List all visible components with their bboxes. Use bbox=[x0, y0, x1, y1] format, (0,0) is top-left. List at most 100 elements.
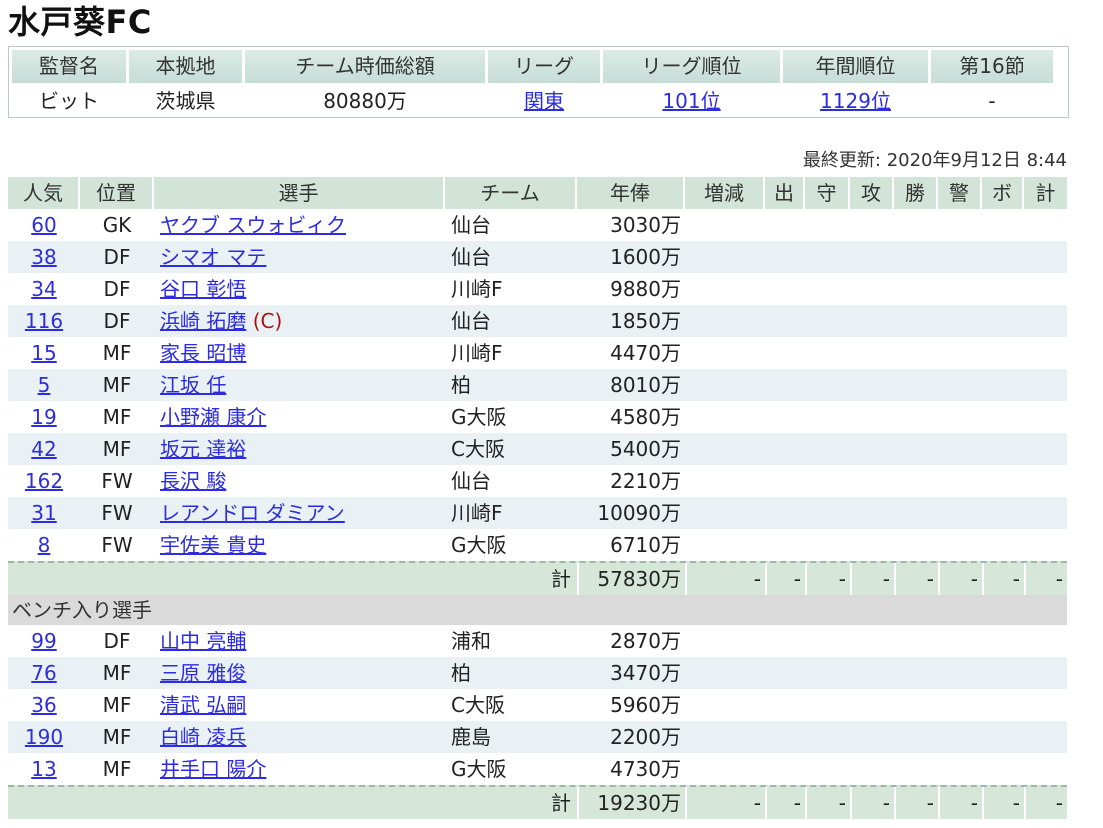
position: FW bbox=[101, 469, 133, 493]
popularity-link[interactable]: 42 bbox=[31, 437, 56, 461]
total-stat: - bbox=[805, 563, 850, 595]
popularity-link[interactable]: 34 bbox=[31, 277, 56, 301]
popularity-link[interactable]: 76 bbox=[31, 661, 56, 685]
popularity-link[interactable]: 38 bbox=[31, 245, 56, 269]
player-name-link[interactable]: ヤクブ スウォビィク bbox=[160, 213, 346, 237]
total-stat: - bbox=[1024, 563, 1067, 595]
player-row: 15 MF 家長 昭博 川崎F 4470万 bbox=[8, 337, 1067, 369]
player-name-link[interactable]: 浜崎 拓磨 bbox=[160, 309, 246, 333]
col-bonus[interactable]: ボ bbox=[982, 177, 1024, 209]
position: MF bbox=[102, 405, 132, 429]
team-info-header: 監督名 本拠地 チーム時価総額 リーグ リーグ順位 年間順位 第16節 bbox=[12, 50, 1053, 83]
col-salary[interactable]: 年俸 bbox=[577, 177, 685, 209]
team-title: 水戸葵FC bbox=[8, 3, 152, 41]
league-link[interactable]: 関東 bbox=[524, 89, 564, 113]
col-appearance[interactable]: 出 bbox=[765, 177, 805, 209]
salary: 4470万 bbox=[610, 341, 681, 365]
popularity-link[interactable]: 13 bbox=[31, 757, 56, 781]
market-value-header: チーム時価総額 bbox=[245, 50, 485, 83]
hometown-header: 本拠地 bbox=[129, 50, 242, 83]
player-name-link[interactable]: 谷口 彰悟 bbox=[160, 277, 246, 301]
salary: 3030万 bbox=[610, 213, 681, 237]
salary: 9880万 bbox=[610, 277, 681, 301]
position: MF bbox=[102, 661, 132, 685]
col-attack[interactable]: 攻 bbox=[850, 177, 894, 209]
salary: 5400万 bbox=[610, 437, 681, 461]
popularity-link[interactable]: 99 bbox=[31, 629, 56, 653]
club: 柏 bbox=[451, 373, 471, 397]
popularity-link[interactable]: 8 bbox=[38, 533, 51, 557]
player-name-link[interactable]: 白崎 凌兵 bbox=[160, 725, 246, 749]
club: 川崎F bbox=[451, 277, 503, 301]
total-stat: - bbox=[938, 787, 982, 819]
total-stat: - bbox=[894, 787, 938, 819]
manager-value: ビット bbox=[39, 89, 99, 113]
player-row: 34 DF 谷口 彰悟 川崎F 9880万 bbox=[8, 273, 1067, 305]
total-stat: - bbox=[805, 787, 850, 819]
total-salary: 57830万 bbox=[577, 563, 685, 595]
col-caution[interactable]: 警 bbox=[938, 177, 982, 209]
club: C大阪 bbox=[451, 437, 505, 461]
col-total[interactable]: 計 bbox=[1024, 177, 1067, 209]
player-name-link[interactable]: 家長 昭博 bbox=[160, 341, 246, 365]
club: 浦和 bbox=[451, 629, 491, 653]
col-player[interactable]: 選手 bbox=[154, 177, 445, 209]
col-change[interactable]: 増減 bbox=[685, 177, 765, 209]
roster-header: 人気 位置 選手 チーム 年俸 増減 出 守 攻 勝 警 ボ 計 bbox=[8, 177, 1067, 209]
popularity-link[interactable]: 19 bbox=[31, 405, 56, 429]
popularity-link[interactable]: 31 bbox=[31, 501, 56, 525]
salary: 5960万 bbox=[610, 693, 681, 717]
player-name-link[interactable]: 坂元 達裕 bbox=[160, 437, 246, 461]
player-name-link[interactable]: シマオ マテ bbox=[160, 245, 266, 269]
league-rank-link[interactable]: 101位 bbox=[662, 89, 720, 113]
col-position[interactable]: 位置 bbox=[80, 177, 154, 209]
roster-table: 人気 位置 選手 チーム 年俸 増減 出 守 攻 勝 警 ボ 計 60 GK ヤクブ… bbox=[8, 177, 1067, 819]
col-popularity[interactable]: 人気 bbox=[8, 177, 80, 209]
salary: 10090万 bbox=[597, 501, 681, 525]
position: MF bbox=[102, 693, 132, 717]
team-info-table: 監督名 本拠地 チーム時価総額 リーグ リーグ順位 年間順位 第16節 ビット … bbox=[8, 46, 1069, 118]
player-name-link[interactable]: レアンドロ ダミアン bbox=[160, 501, 345, 525]
player-name-link[interactable]: 宇佐美 貴史 bbox=[160, 533, 266, 557]
player-name-link[interactable]: 清武 弘嗣 bbox=[160, 693, 246, 717]
total-label: 計 bbox=[551, 567, 571, 591]
player-row: 38 DF シマオ マテ 仙台 1600万 bbox=[8, 241, 1067, 273]
col-win[interactable]: 勝 bbox=[894, 177, 938, 209]
captain-mark: (C) bbox=[252, 309, 283, 333]
position: DF bbox=[103, 245, 131, 269]
col-team[interactable]: チーム bbox=[445, 177, 577, 209]
annual-rank-link[interactable]: 1129位 bbox=[820, 89, 891, 113]
manager-header: 監督名 bbox=[12, 50, 126, 83]
hometown-value: 茨城県 bbox=[155, 89, 216, 113]
player-name-link[interactable]: 井手口 陽介 bbox=[160, 757, 266, 781]
club: G大阪 bbox=[451, 533, 507, 557]
popularity-link[interactable]: 15 bbox=[31, 341, 56, 365]
player-row: 31 FW レアンドロ ダミアン 川崎F 10090万 bbox=[8, 497, 1067, 529]
total-stat: - bbox=[982, 787, 1024, 819]
player-row: 8 FW 宇佐美 貴史 G大阪 6710万 bbox=[8, 529, 1067, 561]
popularity-link[interactable]: 116 bbox=[25, 309, 63, 333]
position: FW bbox=[101, 501, 133, 525]
popularity-link[interactable]: 36 bbox=[31, 693, 56, 717]
last-updated: 最終更新: 2020年9月12日 8:44 bbox=[802, 150, 1067, 171]
total-stat: - bbox=[685, 563, 765, 595]
round-value: - bbox=[988, 89, 996, 113]
player-name-link[interactable]: 長沢 駿 bbox=[160, 469, 226, 493]
salary: 8010万 bbox=[610, 373, 681, 397]
popularity-link[interactable]: 5 bbox=[38, 373, 51, 397]
annual-rank-header: 年間順位 bbox=[783, 50, 928, 83]
club: G大阪 bbox=[451, 405, 507, 429]
player-name-link[interactable]: 小野瀬 康介 bbox=[160, 405, 266, 429]
popularity-link[interactable]: 162 bbox=[25, 469, 63, 493]
player-name-link[interactable]: 江坂 任 bbox=[160, 373, 226, 397]
bench-section-label: ベンチ入り選手 bbox=[8, 595, 1067, 625]
player-name-link[interactable]: 三原 雅俊 bbox=[160, 661, 246, 685]
player-row: 19 MF 小野瀬 康介 G大阪 4580万 bbox=[8, 401, 1067, 433]
market-value-value: 80880万 bbox=[323, 89, 407, 113]
popularity-link[interactable]: 190 bbox=[25, 725, 63, 749]
club: 仙台 bbox=[451, 309, 491, 333]
player-name-link[interactable]: 山中 亮輔 bbox=[160, 629, 246, 653]
col-defense[interactable]: 守 bbox=[805, 177, 850, 209]
popularity-link[interactable]: 60 bbox=[31, 213, 56, 237]
team-info-values: ビット 茨城県 80880万 関東 101位 1129位 - bbox=[12, 86, 1053, 116]
